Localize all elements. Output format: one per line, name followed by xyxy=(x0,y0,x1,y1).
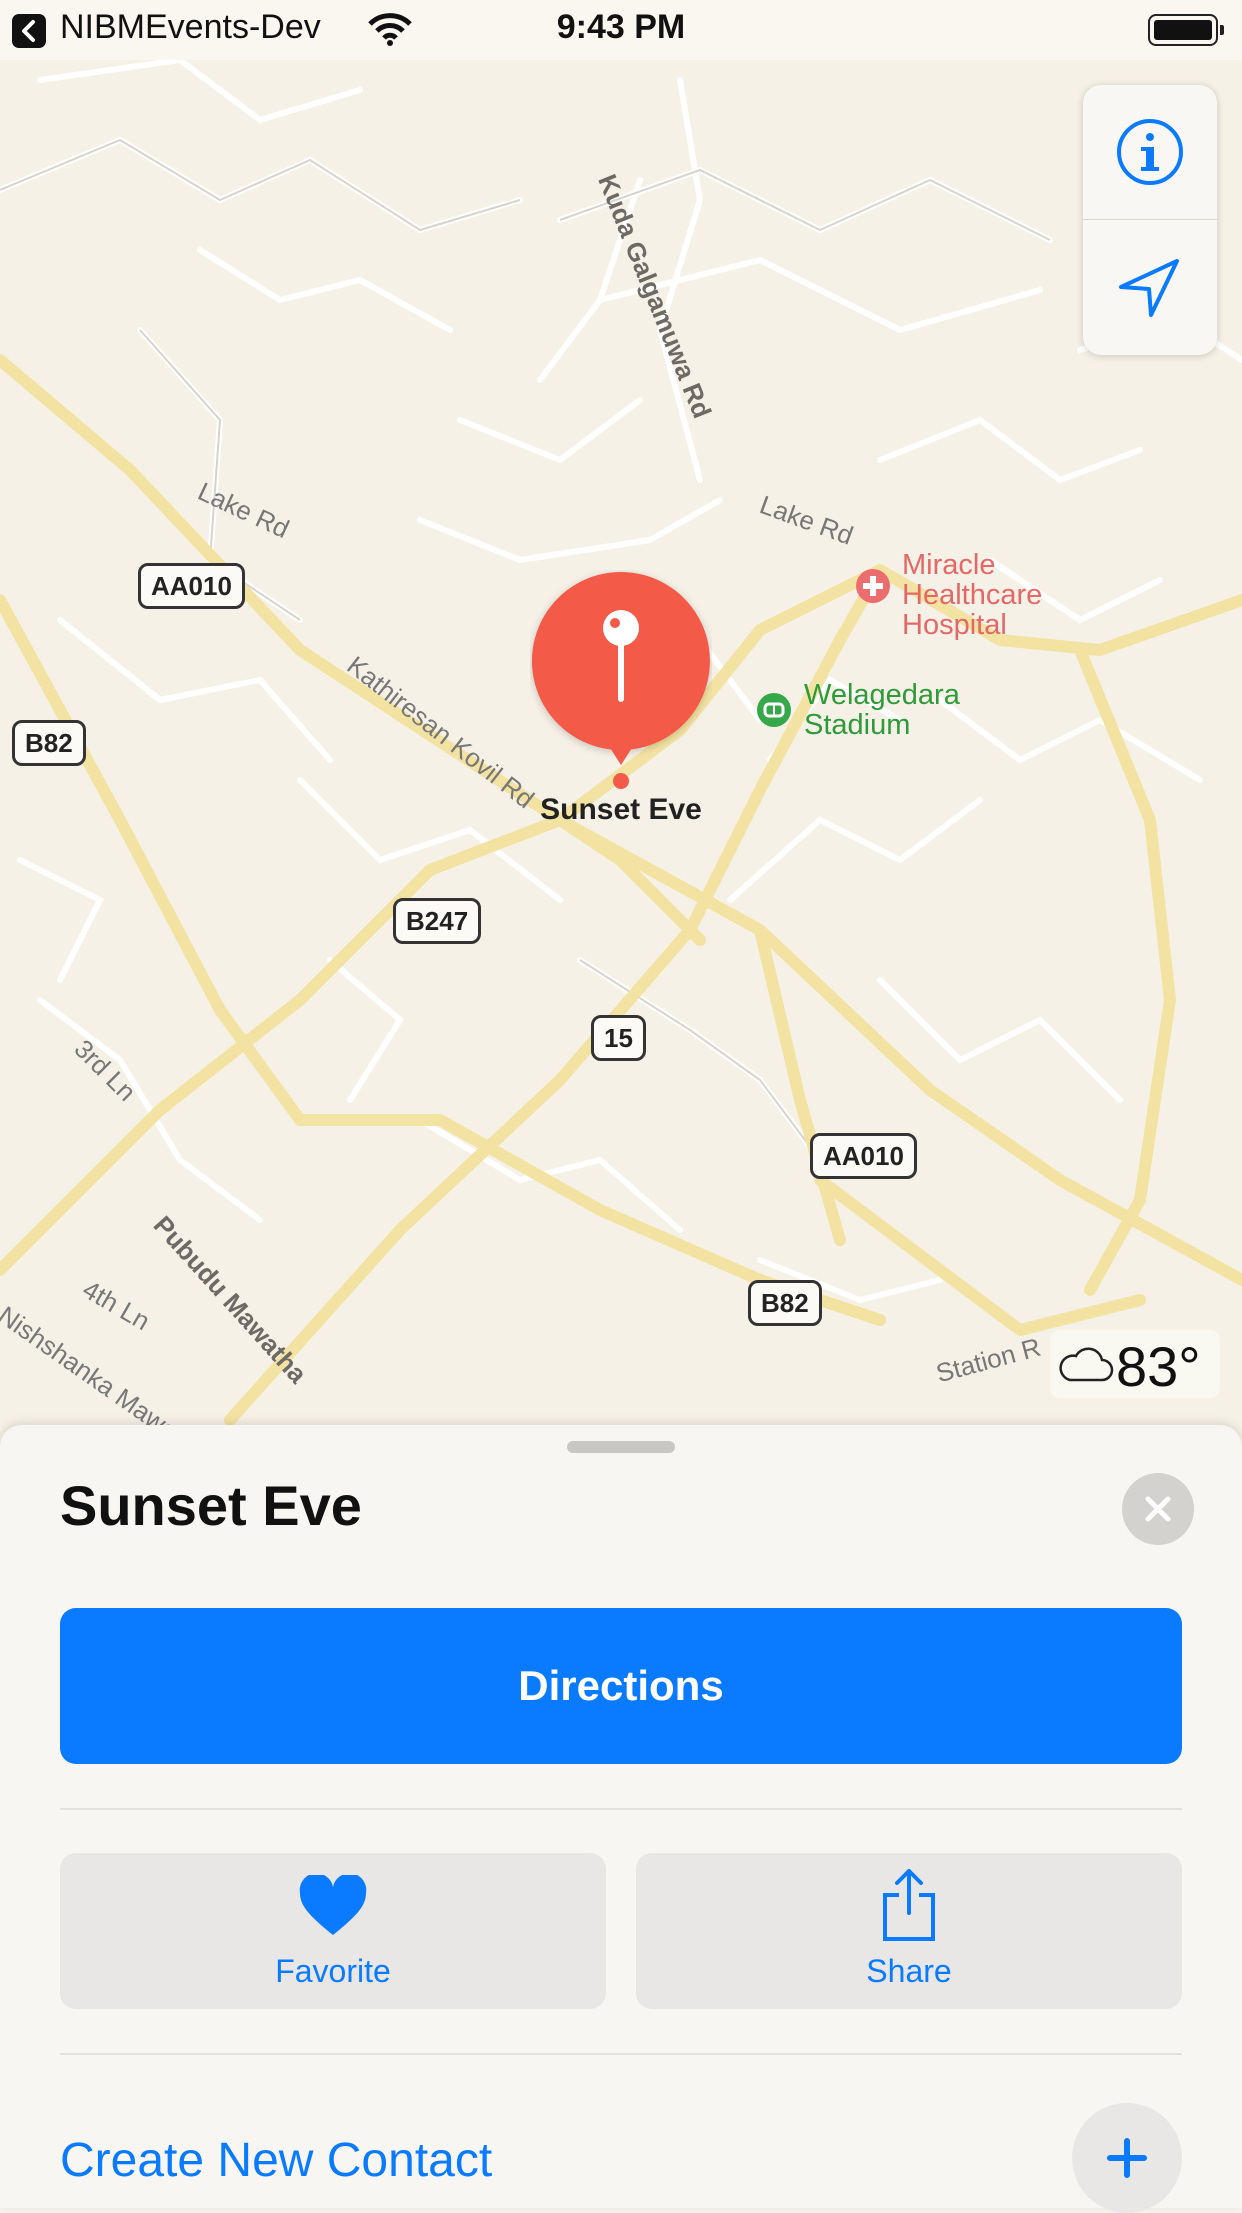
hospital-name-line2: Healthcare xyxy=(902,579,1043,611)
hospital-icon xyxy=(856,569,890,603)
route-shield-aa010: AA010 xyxy=(138,563,245,609)
route-shield-b82: B82 xyxy=(12,720,86,766)
route-shield-15: 15 xyxy=(591,1015,646,1061)
hospital-name-line3: Hospital xyxy=(902,609,1007,641)
stadium-name-line2: Stadium xyxy=(804,709,911,741)
route-shield-aa010-south: AA010 xyxy=(810,1133,917,1179)
battery-icon xyxy=(1148,14,1224,46)
map-controls xyxy=(1083,85,1217,355)
heart-icon xyxy=(299,1875,367,1935)
map-controls-divider xyxy=(1083,219,1217,220)
status-bar: NIBMEvents-Dev 9:43 PM xyxy=(0,0,1242,60)
pin-label: Sunset Eve xyxy=(540,793,702,826)
close-button[interactable] xyxy=(1122,1473,1194,1545)
add-contact-button[interactable] xyxy=(1072,2103,1182,2213)
stadium-name-line1: Welagedara xyxy=(804,679,960,711)
location-pin[interactable] xyxy=(530,570,712,800)
status-time: 9:43 PM xyxy=(556,8,686,46)
map-info-button[interactable] xyxy=(1083,85,1217,219)
route-shield-b82-south: B82 xyxy=(748,1280,822,1326)
pin-dot xyxy=(613,773,629,789)
sheet-grabber[interactable] xyxy=(567,1441,675,1453)
place-card: Sunset Eve Directions Favorite Share Cre… xyxy=(0,1425,1242,2213)
track-location-button[interactable] xyxy=(1083,221,1217,355)
favorite-label: Favorite xyxy=(275,1953,391,1989)
share-button[interactable]: Share xyxy=(636,1853,1182,2009)
weather-widget: 83° xyxy=(1050,1330,1220,1398)
place-title: Sunset Eve xyxy=(60,1474,362,1537)
divider xyxy=(60,2053,1182,2055)
info-icon xyxy=(1117,119,1183,185)
share-icon xyxy=(883,1869,935,1941)
favorite-button[interactable]: Favorite xyxy=(60,1853,606,2009)
cloud-icon xyxy=(1059,1347,1114,1382)
hospital-name-line1: Miracle xyxy=(902,549,996,581)
plus-icon xyxy=(1107,2138,1147,2178)
create-new-contact-link[interactable]: Create New Contact xyxy=(60,2133,492,2188)
weather-temperature: 83° xyxy=(1116,1335,1201,1398)
location-arrow-icon xyxy=(1119,259,1179,317)
route-shield-b247: B247 xyxy=(393,898,482,944)
divider xyxy=(60,1808,1182,1810)
stadium-icon xyxy=(757,693,791,727)
pin-marker-icon xyxy=(531,572,710,765)
map-view[interactable]: Kuda Galgamuwa Rd Lake Rd Lake Rd Kathir… xyxy=(0,0,1242,1440)
close-icon xyxy=(1145,1496,1171,1522)
directions-button[interactable]: Directions xyxy=(60,1608,1182,1764)
share-label: Share xyxy=(866,1953,952,1989)
